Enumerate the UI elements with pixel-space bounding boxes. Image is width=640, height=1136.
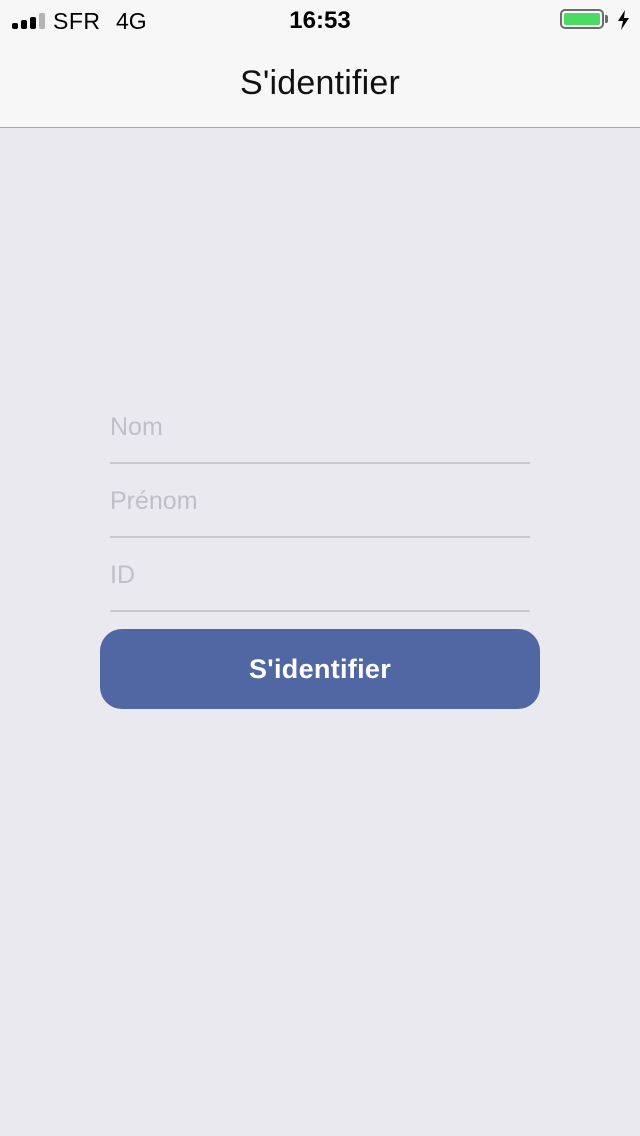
login-form xyxy=(110,390,530,612)
navigation-bar: S'identifier xyxy=(0,40,640,128)
nom-input[interactable] xyxy=(110,413,530,442)
battery-icon xyxy=(560,9,604,29)
page-title: S'identifier xyxy=(239,64,401,102)
nom-field-container xyxy=(110,390,530,464)
id-input[interactable] xyxy=(110,561,530,590)
battery-level xyxy=(564,13,600,25)
id-field-container xyxy=(110,538,530,612)
prenom-field-container xyxy=(110,464,530,538)
charging-bolt-icon xyxy=(618,10,629,30)
battery-cap xyxy=(605,15,608,23)
prenom-input[interactable] xyxy=(110,487,530,516)
status-time: 16:53 xyxy=(289,7,351,34)
sign-in-button[interactable]: S'identifier xyxy=(100,629,540,709)
status-bar: SFR 4G 16:53 xyxy=(0,0,640,40)
